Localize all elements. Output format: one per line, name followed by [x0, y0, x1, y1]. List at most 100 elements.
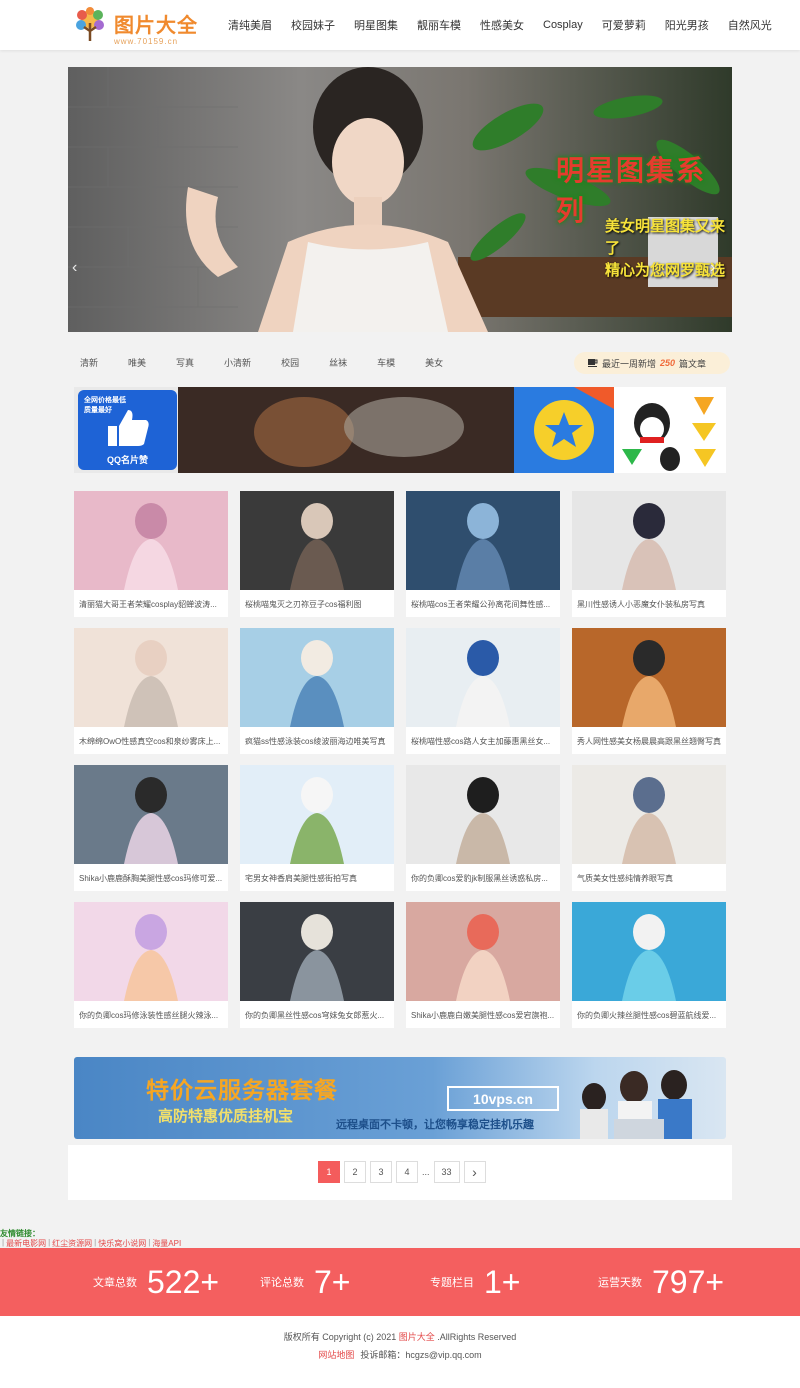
post-title[interactable]: 桜桃喵cos王者荣耀公孙离花间舞性感... [411, 599, 555, 610]
post-title[interactable]: Shika小鹿鹿白嫩美腿性感cos爱宕旗袍... [411, 1010, 555, 1021]
post-thumbnail[interactable] [240, 628, 394, 727]
tag-link[interactable]: 唯美 [128, 356, 146, 369]
post-card[interactable]: 你的负卿cos爱豹jk制服黑丝诱惑私房... [406, 765, 560, 891]
post-title[interactable]: 黑川性感诱人小恶魔女仆装私房写真 [577, 599, 721, 610]
site-logo[interactable]: 图片大全 www.70159.cn [70, 5, 210, 47]
post-title[interactable]: 清丽猫大哥王者荣耀cosplay貂蝉波涛... [79, 599, 223, 610]
post-title[interactable]: 木绵绵OwO性感真空cos和泉纱雾床上... [79, 736, 223, 747]
nav-item[interactable]: 靓丽车模 [417, 17, 461, 33]
post-card[interactable]: 桜桃喵cos王者荣耀公孙离花间舞性感... [406, 491, 560, 617]
copyright-prefix: 版权所有 Copyright (c) 2021 [283, 1332, 399, 1342]
post-thumbnail[interactable] [240, 765, 394, 864]
post-thumbnail[interactable] [572, 765, 726, 864]
tag-link[interactable]: 写真 [176, 356, 194, 369]
page-link[interactable]: 2 [344, 1161, 366, 1183]
post-card[interactable]: Shika小鹿鹿白嫩美腿性感cos爱宕旗袍... [406, 902, 560, 1028]
stat-value: 522+ [147, 1263, 220, 1300]
post-thumbnail[interactable] [406, 491, 560, 590]
site-header: 图片大全 www.70159.cn 清纯美眉 校园妹子 明星图集 靓丽车模 性感美女 Co… [0, 0, 800, 50]
post-thumbnail[interactable] [74, 902, 228, 1001]
nav-item[interactable]: 校园妹子 [291, 17, 335, 33]
post-title[interactable]: 疯猫ss性感泳装cos绫波丽海边唯美写真 [245, 736, 389, 747]
post-title[interactable]: 你的负卿火辣丝腿性感cos碧蓝航线爱... [577, 1010, 721, 1021]
post-card[interactable]: 宅男女神香肩美腿性感街拍写真 [240, 765, 394, 891]
nav-item[interactable]: 可爱萝莉 [602, 17, 646, 33]
tag-link[interactable]: 清新 [80, 356, 98, 369]
post-thumbnail[interactable] [406, 765, 560, 864]
tag-link[interactable]: 丝袜 [329, 356, 347, 369]
carousel-prev-icon[interactable]: ‹ [72, 259, 77, 277]
post-title[interactable]: 你的负卿黑丝性感cos穹妹兔女郎惹火... [245, 1010, 389, 1021]
post-thumbnail[interactable] [240, 491, 394, 590]
nav-item[interactable]: 性感美女 [480, 17, 524, 33]
post-card[interactable]: Shika小鹿鹿酥胸美腿性感cos玛修可爱... [74, 765, 228, 891]
email-label: 投诉邮箱： [360, 1350, 406, 1360]
post-thumbnail[interactable] [74, 628, 228, 727]
post-title[interactable]: 你的负卿cos爱豹jk制服黑丝诱惑私房... [411, 873, 555, 884]
post-card[interactable]: 黑川性感诱人小恶魔女仆装私房写真 [572, 491, 726, 617]
post-thumbnail[interactable] [572, 491, 726, 590]
coffee-cup-icon [588, 359, 598, 367]
post-thumbnail[interactable] [74, 765, 228, 864]
stat-item: 文章总数 522+ [93, 1248, 219, 1316]
post-title[interactable]: Shika小鹿鹿酥胸美腿性感cos玛修可爱... [79, 873, 223, 884]
stat-item: 评论总数 7+ [260, 1248, 350, 1316]
copyright-suffix: .AllRights Reserved [434, 1332, 517, 1342]
post-thumbnail[interactable] [240, 902, 394, 1001]
post-thumbnail[interactable] [572, 902, 726, 1001]
post-title[interactable]: 宅男女神香肩美腿性感街拍写真 [245, 873, 389, 884]
ad-vps-title: 特价云服务器套餐 [146, 1077, 338, 1103]
ad-vps-url: 10vps.cn [447, 1086, 559, 1111]
post-card[interactable]: 桜桃喵性感cos路人女主加藤惠黑丝女... [406, 628, 560, 754]
tag-link[interactable]: 校园 [281, 356, 299, 369]
nav-item[interactable]: 阳光男孩 [665, 17, 709, 33]
post-card[interactable]: 你的负卿cos玛修泳装性感丝腿火辣泳... [74, 902, 228, 1028]
stat-label: 运营天数 [598, 1277, 642, 1289]
post-title[interactable]: 你的负卿cos玛修泳装性感丝腿火辣泳... [79, 1010, 223, 1021]
post-title[interactable]: 桜桃喵鬼灭之刃祢豆子cos福利图 [245, 599, 389, 610]
post-title[interactable]: 桜桃喵性感cos路人女主加藤惠黑丝女... [411, 736, 555, 747]
post-thumbnail[interactable] [406, 628, 560, 727]
post-thumbnail[interactable] [406, 902, 560, 1001]
post-card[interactable]: 疯猫ss性感泳装cos绫波丽海边唯美写真 [240, 628, 394, 754]
hero-carousel[interactable]: 明星图集系列 美女明星图集又来了 精心为您网罗甄选 ‹ › [68, 67, 732, 332]
ad-banner-qq[interactable]: 全网价格最低 质量最好 QQ名片赞 神器 [74, 387, 726, 473]
nav-item[interactable]: 自然风光 [728, 17, 772, 33]
stat-label: 文章总数 [93, 1277, 137, 1289]
post-card[interactable]: 气质美女性感纯情养眼写真 [572, 765, 726, 891]
ad-banner-vps[interactable]: 特价云服务器套餐 高防特惠优质挂机宝 10vps.cn 远程桌面不卡顿，让您畅享… [74, 1057, 726, 1139]
footer-site-name[interactable]: 图片大全 [399, 1332, 435, 1342]
post-title[interactable]: 秀人网性感美女杨晨晨高跟黑丝翘臀写真 [577, 736, 721, 747]
tag-link[interactable]: 美女 [425, 356, 443, 369]
update-count: 250 [660, 358, 676, 368]
page-current[interactable]: 1 [318, 1161, 340, 1183]
page-link[interactable]: 4 [396, 1161, 418, 1183]
qq-badge-name: QQ名片赞 [106, 455, 148, 465]
tag-link[interactable]: 车模 [377, 356, 395, 369]
stat-value: 7+ [314, 1263, 351, 1300]
post-card[interactable]: 你的负卿黑丝性感cos穹妹兔女郎惹火... [240, 902, 394, 1028]
post-thumbnail[interactable] [74, 491, 228, 590]
stat-label: 评论总数 [260, 1277, 304, 1289]
page-link[interactable]: 3 [370, 1161, 392, 1183]
stat-value: 797+ [652, 1263, 725, 1300]
pagination: 1 2 3 4... 33 › [318, 1161, 490, 1183]
update-prefix: 最近一周新增 [602, 358, 657, 369]
carousel-next-icon[interactable]: › [710, 259, 715, 277]
post-card[interactable]: 木绵绵OwO性感真空cos和泉纱雾床上... [74, 628, 228, 754]
post-card[interactable]: 清丽猫大哥王者荣耀cosplay貂蝉波涛... [74, 491, 228, 617]
post-title[interactable]: 气质美女性感纯情养眼写真 [577, 873, 721, 884]
nav-item[interactable]: 明星图集 [354, 17, 398, 33]
post-card[interactable]: 桜桃喵鬼灭之刃祢豆子cos福利图 [240, 491, 394, 617]
post-card[interactable]: 秀人网性感美女杨晨晨高跟黑丝翘臀写真 [572, 628, 726, 754]
nav-item[interactable]: 清纯美眉 [228, 17, 272, 33]
tag-link[interactable]: 小清新 [224, 356, 251, 369]
main-nav: 清纯美眉 校园妹子 明星图集 靓丽车模 性感美女 Cosplay 可爱萝莉 阳光男孩 自然风光 [228, 0, 791, 50]
next-page-icon[interactable]: › [463, 1161, 486, 1183]
banner-subtitle-line1: 美女明星图集又来了 [605, 217, 726, 257]
page-last[interactable]: 33 [433, 1161, 460, 1183]
nav-item[interactable]: Cosplay [543, 19, 583, 31]
post-thumbnail[interactable] [572, 628, 726, 727]
sitemap-link[interactable]: 网站地图 [318, 1350, 354, 1360]
post-card[interactable]: 你的负卿火辣丝腿性感cos碧蓝航线爱... [572, 902, 726, 1028]
